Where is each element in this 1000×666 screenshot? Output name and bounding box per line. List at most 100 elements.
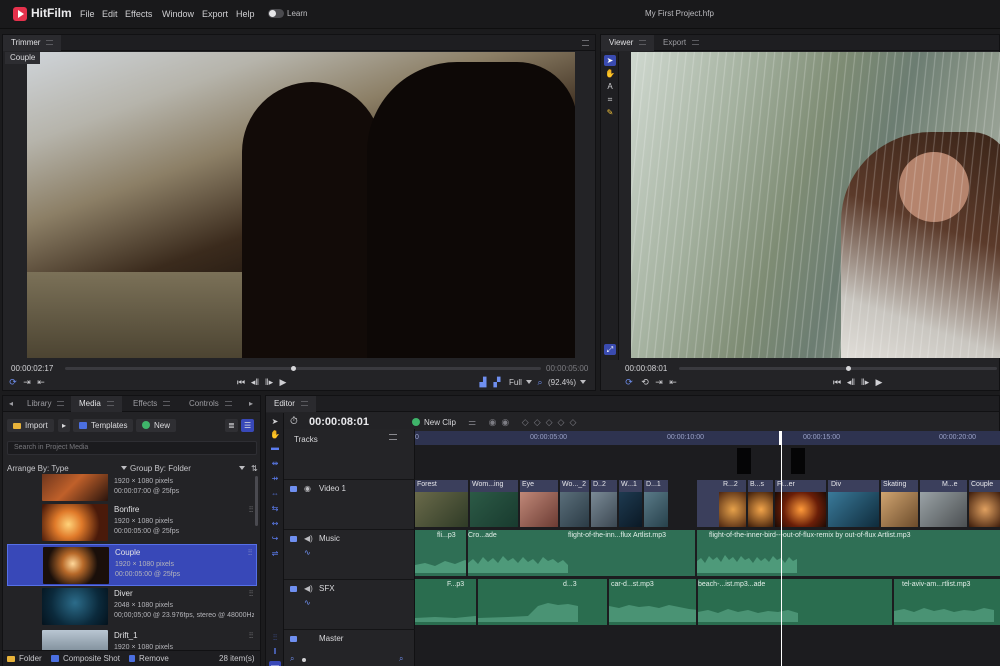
viewer-scrub-bar[interactable]	[679, 366, 997, 371]
tab-viewer[interactable]: Viewer	[601, 35, 655, 51]
track-sfx[interactable]: ◀) SFX ∿	[284, 579, 415, 629]
menu-file[interactable]: File	[80, 9, 95, 19]
text-tool-icon[interactable]: A	[604, 81, 616, 92]
import-button[interactable]: Import	[7, 419, 54, 432]
step-forward-icon[interactable]: ‖▸	[859, 377, 871, 387]
tab-trimmer[interactable]: Trimmer	[3, 35, 62, 51]
group-by-select[interactable]: Group By: Folder	[130, 464, 245, 473]
menu-effects[interactable]: Effects	[125, 9, 152, 19]
adjust-icon[interactable]: ⫶⫶	[249, 505, 253, 515]
speaker-icon[interactable]: ◀)	[304, 534, 313, 543]
select-tool-icon[interactable]: ➤	[269, 417, 281, 427]
adjust-icon[interactable]: ⫶⫶	[249, 589, 253, 599]
play-icon[interactable]: ▶	[277, 377, 289, 387]
tab-scroll-right[interactable]: ▸	[243, 396, 259, 412]
audio-meter-icon[interactable]: ⫶⫶	[269, 633, 281, 643]
skip-back-icon[interactable]: ⏮	[831, 377, 843, 387]
hand-tool-icon[interactable]: ✋	[269, 430, 281, 440]
video-clip[interactable]: Fi...er	[775, 480, 827, 527]
step-back-icon[interactable]: ◂‖	[249, 377, 261, 387]
rate-tool-icon[interactable]: ↭	[269, 519, 281, 529]
media-item[interactable]: 1920 × 1080 pixels 00:00:07:00 @ 25fps ⫶…	[7, 474, 257, 504]
zoom-in-icon[interactable]: ⌕	[399, 654, 403, 664]
new-clip-button[interactable]: New Clip	[412, 418, 456, 427]
timeline-area[interactable]: Forest Wom...ing Eye Wo..._2 D..2 W...1 …	[415, 445, 1000, 666]
link-tool-icon[interactable]: ⇌	[269, 549, 281, 559]
tracks-menu-icon[interactable]	[389, 434, 397, 440]
zoom-select[interactable]: (92.4%)	[548, 378, 587, 387]
media-item[interactable]: Bonfire 1920 × 1080 pixels 00:00:05:00 @…	[7, 502, 257, 544]
menu-export[interactable]: Export	[202, 9, 228, 19]
crop-tool-icon[interactable]: ⌗	[604, 94, 616, 105]
import-menu-button[interactable]: ▸	[58, 419, 71, 432]
overlay-icon[interactable]: ⇤	[35, 377, 47, 387]
zoom-slider-handle[interactable]	[302, 658, 306, 662]
video-clip[interactable]: Div	[828, 480, 880, 527]
arrange-by-select[interactable]: Arrange By: Type	[7, 464, 127, 473]
tab-scroll-left[interactable]: ◂	[3, 396, 19, 412]
media-list[interactable]: 1920 × 1080 pixels 00:00:07:00 @ 25fps ⫶…	[7, 474, 257, 651]
step-back-icon[interactable]: ◂‖	[845, 377, 857, 387]
audio-clip[interactable]: flight-of-the-inner-bird---out-of-flux-r…	[697, 530, 1000, 576]
audio-clip[interactable]: Cro...ade flight-of-the-inn...flux Artlis…	[468, 530, 696, 576]
zoom-fit-icon[interactable]: ▬	[269, 661, 281, 666]
audio-clip[interactable]: fli...p3	[415, 530, 467, 576]
video-clip[interactable]: R...2	[697, 480, 747, 527]
video-clip[interactable]: M...e	[920, 480, 968, 527]
timeline-ruler[interactable]: 0 00:00:05:00 00:00:10:00 00:00:15:00 00…	[415, 431, 1000, 445]
adjust-icon[interactable]: ⫶⫶	[249, 474, 253, 475]
trimmer-scrub-bar[interactable]	[65, 366, 541, 371]
timeline-playhead[interactable]	[781, 445, 782, 666]
select-tool-icon[interactable]: ➤	[604, 55, 616, 66]
audio-clip[interactable]: beach-...ist.mp3...ade	[698, 579, 893, 625]
menu-window[interactable]: Window	[162, 9, 194, 19]
roll-tool-icon[interactable]: ⇆	[269, 504, 281, 514]
trimmer-video-frame[interactable]	[27, 52, 575, 358]
slice-tool-icon[interactable]: ▬	[269, 443, 281, 453]
step-forward-icon[interactable]: ‖▸	[263, 377, 275, 387]
media-search-input[interactable]: Search in Project Media	[7, 441, 257, 455]
eye-icon[interactable]: ◉	[304, 484, 311, 493]
media-item-selected[interactable]: Couple 1920 × 1080 pixels 00:00:05:00 @ …	[7, 544, 257, 586]
ripple-tool-icon[interactable]: ⇔	[269, 489, 281, 499]
audio-clip[interactable]: d...3	[478, 579, 608, 625]
automation-icon[interactable]: ∿	[304, 548, 311, 557]
detail-view-button[interactable]: ☰	[241, 419, 255, 432]
pause-meter-icon[interactable]: ‖	[269, 647, 281, 657]
speaker-icon[interactable]: ◀)	[304, 584, 313, 593]
trimmer-playhead[interactable]	[291, 366, 296, 371]
insert-icon[interactable]: ⇥	[21, 377, 33, 387]
video-clip[interactable]: Couple	[969, 480, 1000, 527]
tab-controls[interactable]: Controls	[181, 396, 240, 412]
hand-tool-icon[interactable]: ✋	[604, 68, 616, 79]
zoom-out-icon[interactable]: ⌕	[290, 654, 294, 664]
viewer-playhead[interactable]	[846, 366, 851, 371]
list-view-button[interactable]: ≣	[225, 419, 238, 432]
loop-icon[interactable]: ⟲	[639, 377, 651, 387]
snapshot-icon[interactable]: ⟳	[623, 377, 635, 387]
menu-edit[interactable]: Edit	[102, 9, 118, 19]
video-clip[interactable]: B...s	[748, 480, 774, 527]
tab-editor[interactable]: Editor	[266, 396, 316, 412]
media-item[interactable]: Drift_1 1920 × 1080 pixels ⫶⫶	[7, 628, 257, 651]
video-clip[interactable]: Wo..._2	[560, 480, 590, 527]
adjust-icon[interactable]: ⫶⫶	[248, 548, 252, 558]
audio-clip[interactable]: tel-aviv-am...rtlist.mp3	[894, 579, 1000, 625]
tab-library[interactable]: Library	[19, 396, 72, 412]
audio-clip[interactable]: F...p3	[415, 579, 477, 625]
audio-clip[interactable]: car-d...st.mp3	[609, 579, 697, 625]
video-clip[interactable]: W...1	[619, 480, 643, 527]
tab-effects[interactable]: Effects	[125, 396, 178, 412]
video-clip[interactable]: D...1	[644, 480, 669, 527]
tab-export[interactable]: Export	[655, 35, 707, 51]
video-clip[interactable]: Wom...ing	[470, 480, 519, 527]
insert-icon[interactable]: ⇥	[653, 377, 665, 387]
timeline-edit-tools[interactable]: ⚌ ◉◉ ◇◇◇◇◇	[468, 417, 581, 428]
slip-tool-icon[interactable]: ⇹	[269, 459, 281, 469]
video-clip[interactable]: Forest	[415, 480, 469, 527]
templates-button[interactable]: Templates	[73, 419, 134, 432]
learn-toggle[interactable]	[268, 9, 284, 18]
adjust-icon[interactable]: ⫶⫶	[249, 631, 253, 641]
automation-icon[interactable]: ∿	[304, 598, 311, 607]
split-view-icon[interactable]: ▟	[477, 377, 489, 387]
